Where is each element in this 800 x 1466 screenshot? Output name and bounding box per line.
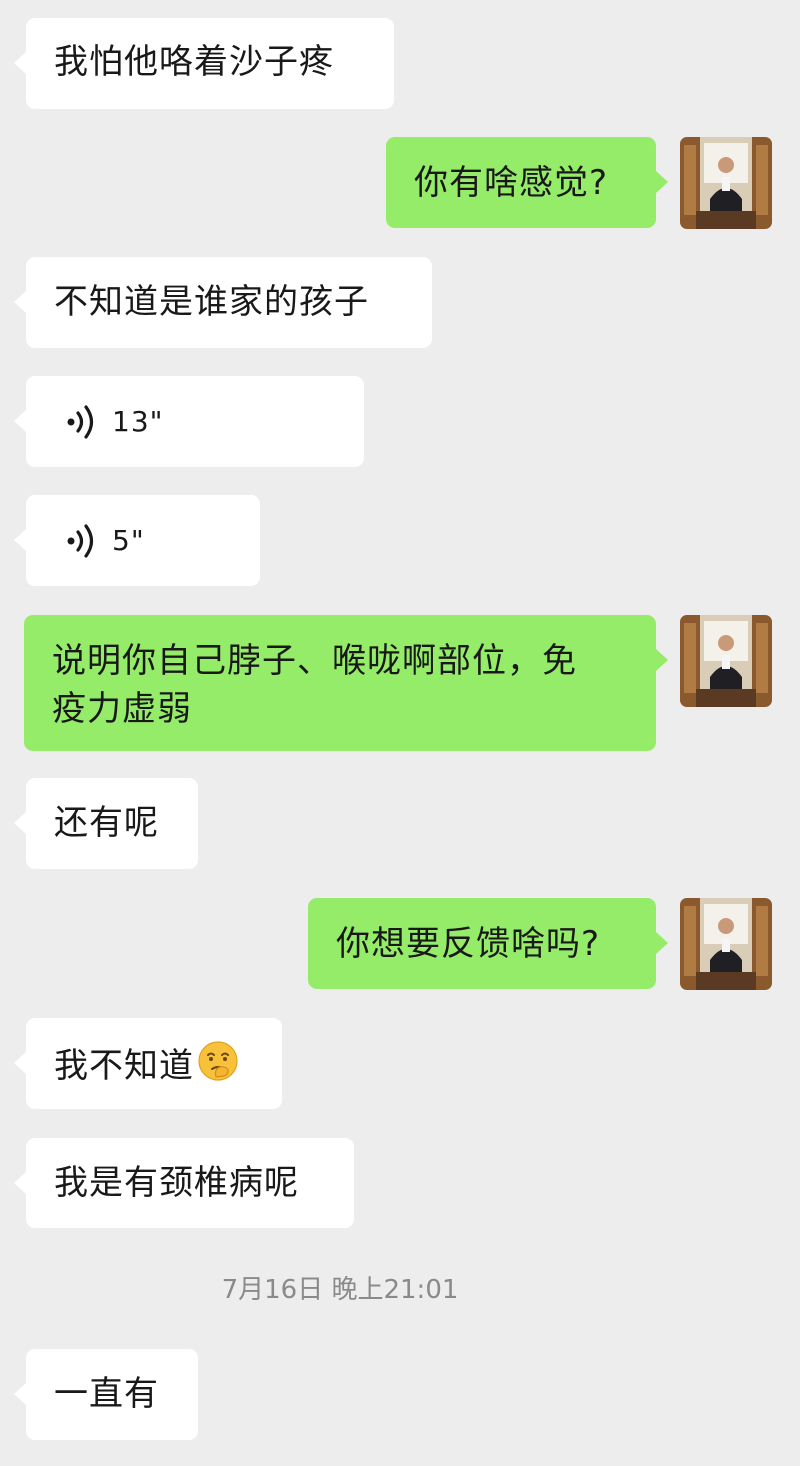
bubble-tail (656, 932, 668, 954)
bubble-tail (14, 812, 26, 834)
message-text-content: 我不知道 (54, 1046, 194, 1086)
bubble-tail (14, 291, 26, 313)
voice-wave-icon (67, 405, 94, 439)
voice-duration: 5" (112, 524, 145, 557)
message-bubble[interactable]: 我是有颈椎病呢 (26, 1138, 354, 1228)
message-bubble[interactable]: 一直有 (26, 1349, 198, 1440)
bubble-tail (14, 529, 26, 551)
message-text-line-2: 疫力虚弱 (52, 689, 192, 729)
user-avatar[interactable] (680, 898, 772, 990)
message-bubble[interactable]: 不知道是谁家的孩子 (26, 257, 432, 348)
voice-duration: 13" (112, 405, 164, 438)
message-text: 不知道是谁家的孩子 (54, 282, 369, 322)
bubble-tail (14, 52, 26, 74)
message-bubble[interactable]: 你有啥感觉? (386, 137, 656, 228)
message-text: 你有啥感觉? (414, 163, 609, 203)
avatar-image (680, 615, 772, 707)
voice-bubble[interactable]: 13" (26, 376, 364, 467)
avatar-image (680, 898, 772, 990)
message-text: 我是有颈椎病呢 (54, 1163, 299, 1203)
bubble-tail (656, 171, 668, 193)
message-bubble[interactable]: 还有呢 (26, 778, 198, 869)
message-text: 我不知道 (54, 1039, 240, 1090)
user-avatar[interactable] (680, 137, 772, 229)
message-bubble[interactable]: 我怕他咯着沙子疼 (26, 18, 394, 109)
user-avatar[interactable] (680, 615, 772, 707)
voice-bubble[interactable]: 5" (26, 495, 260, 586)
avatar-image (680, 137, 772, 229)
message-bubble[interactable]: 说明你自己脖子、喉咙啊部位，免 疫力虚弱 (24, 615, 656, 751)
bubble-tail (14, 1052, 26, 1074)
bubble-tail (14, 1383, 26, 1405)
voice-wave-icon (67, 524, 94, 558)
bubble-tail (14, 1172, 26, 1194)
message-text: 你想要反馈啥吗? (336, 924, 601, 964)
message-text: 我怕他咯着沙子疼 (54, 42, 334, 82)
thinking-face-emoji-icon (198, 1041, 238, 1081)
message-bubble[interactable]: 我不知道 (26, 1018, 282, 1109)
message-text: 一直有 (54, 1374, 159, 1414)
chat-timestamp: 7月16日 晚上21:01 (221, 1275, 459, 1305)
message-text: 还有呢 (54, 803, 159, 843)
message-text-line-1: 说明你自己脖子、喉咙啊部位，免 (52, 641, 577, 681)
message-bubble[interactable]: 你想要反馈啥吗? (308, 898, 656, 989)
bubble-tail (656, 649, 668, 671)
bubble-tail (14, 410, 26, 432)
